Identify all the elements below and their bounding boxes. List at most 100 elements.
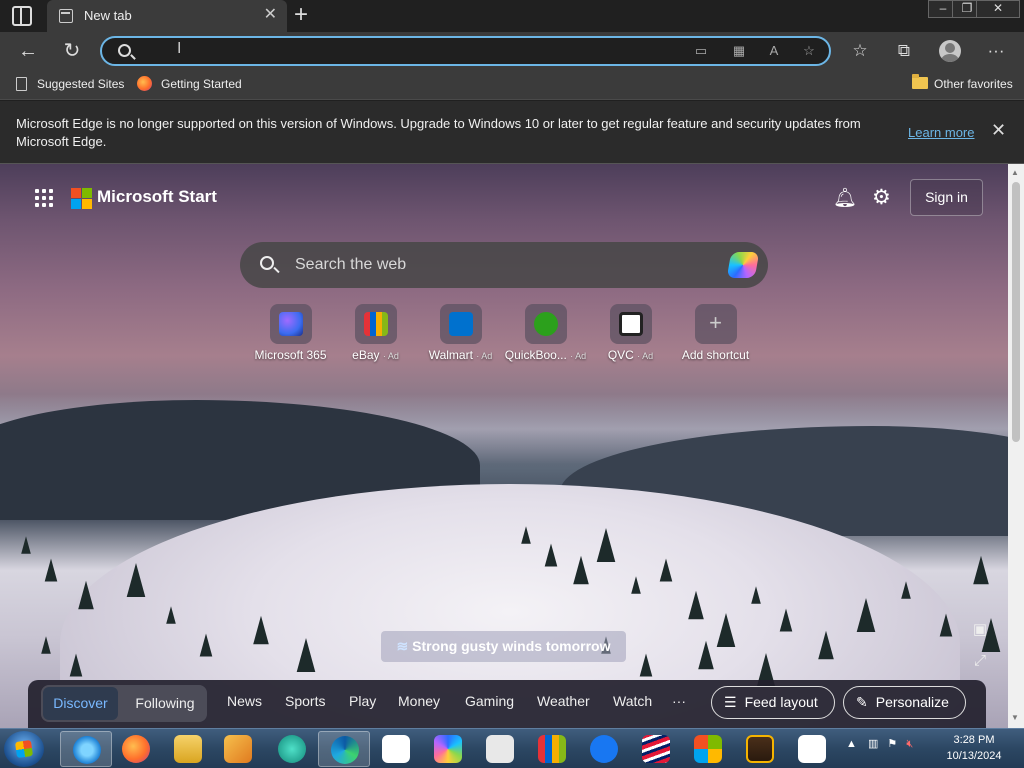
volume-muted-icon[interactable]: 🔇︎ <box>906 738 913 750</box>
taskbar-youtube[interactable] <box>474 731 526 767</box>
taskbar-firefox[interactable] <box>110 731 162 767</box>
pine-tree <box>166 606 176 624</box>
qvc-icon <box>618 312 643 336</box>
taskbar-store[interactable] <box>526 731 578 767</box>
shortcut-qvc[interactable]: QVC · Ad <box>588 304 673 362</box>
taskbar-clock[interactable]: 3:28 PM 10/13/2024 <box>944 732 1004 764</box>
personalize-button[interactable]: ✎ Personalize <box>843 686 966 719</box>
page-scrollbar[interactable]: ▲ ▼ <box>1008 164 1024 728</box>
pine-tree <box>939 613 953 637</box>
app-available-icon[interactable]: ▭ <box>692 42 710 60</box>
tab-following[interactable]: Following <box>123 687 207 720</box>
taskbar-internet-explorer[interactable] <box>60 731 112 767</box>
add-favorite-icon[interactable]: ☆ <box>800 42 818 60</box>
read-aloud-icon[interactable]: A <box>765 42 783 60</box>
other-favorites-folder[interactable]: Other favorites <box>912 74 1013 94</box>
start-button[interactable] <box>4 731 44 767</box>
sliders-icon: ☰ <box>724 694 737 710</box>
close-window-button[interactable]: ✕ <box>976 0 1020 18</box>
feed-link-watch[interactable]: Watch <box>613 693 652 709</box>
microsoft-logo-icon <box>71 188 92 209</box>
ad-badge: · Ad <box>476 351 493 361</box>
feed-link-sports[interactable]: Sports <box>285 693 325 709</box>
feed-link-weather[interactable]: Weather <box>537 693 590 709</box>
pine-tree <box>21 536 31 554</box>
taskbar-bank[interactable] <box>630 731 682 767</box>
taskbar-ups[interactable] <box>734 731 786 767</box>
collections-icon[interactable]: ⧉ <box>891 38 917 64</box>
feed-layout-button[interactable]: ☰ Feed layout <box>711 686 835 719</box>
back-button[interactable]: ← <box>14 38 42 66</box>
pine-tree <box>199 633 213 657</box>
walmart-spark-icon <box>448 312 473 336</box>
favorites-icon[interactable]: ☆ <box>847 38 873 64</box>
weather-alert-pill[interactable]: ≋ Strong gusty winds tomorrow <box>381 631 626 662</box>
feed-link-gaming[interactable]: Gaming <box>465 693 514 709</box>
show-hidden-icons[interactable]: ▲ <box>846 738 857 750</box>
refresh-button[interactable]: ↻ <box>58 38 86 66</box>
favorite-getting-started[interactable]: Getting Started <box>137 76 242 94</box>
tab-discover[interactable]: Discover <box>43 687 118 720</box>
pine-tree <box>41 636 51 654</box>
shortcut-microsoft-365[interactable]: Microsoft 365 <box>248 304 333 362</box>
action-center-flag-icon[interactable]: ⚑ <box>887 738 897 750</box>
taskbar-wikipedia[interactable] <box>786 731 838 767</box>
feed-link-play[interactable]: Play <box>349 693 376 709</box>
more-menu-icon[interactable]: ··· <box>983 38 1009 64</box>
learn-more-link[interactable]: Learn more <box>908 125 974 140</box>
copilot-icon[interactable] <box>726 252 760 278</box>
taskbar-file-explorer[interactable] <box>162 731 214 767</box>
pine-tree <box>573 555 589 585</box>
taskbar-media-player[interactable] <box>212 731 264 767</box>
taskbar-facebook[interactable] <box>578 731 630 767</box>
settings-gear-icon[interactable]: ⚙ <box>872 185 894 209</box>
feed-link-news[interactable]: News <box>227 693 262 709</box>
favorite-label: Getting Started <box>161 77 242 91</box>
scroll-up-arrow-icon[interactable]: ▲ <box>1011 168 1019 177</box>
taskbar-edge[interactable] <box>318 731 370 767</box>
favorite-label: Suggested Sites <box>37 77 125 91</box>
internet-explorer-icon <box>73 736 101 764</box>
qr-code-icon[interactable]: ▦ <box>730 42 748 60</box>
favorite-suggested-sites[interactable]: Suggested Sites <box>16 76 124 94</box>
unsupported-os-infobar: Microsoft Edge is no longer supported on… <box>0 101 1024 164</box>
microsoft-logo-icon <box>694 735 722 763</box>
shortcut-ebay[interactable]: eBay · Ad <box>333 304 418 362</box>
shortcut-walmart[interactable]: Walmart · Ad <box>418 304 503 362</box>
taskbar-amazon[interactable] <box>370 731 422 767</box>
wikipedia-icon <box>798 735 826 763</box>
clock-time: 3:28 PM <box>953 734 995 746</box>
profile-avatar[interactable] <box>939 40 961 62</box>
scrollbar-thumb[interactable] <box>1012 182 1020 442</box>
tab-close-icon[interactable]: ✕ <box>264 6 277 24</box>
taskbar-copilot[interactable] <box>422 731 474 767</box>
taskbar-microsoft[interactable] <box>682 731 734 767</box>
expand-icon[interactable]: ⤢ <box>970 652 990 672</box>
shortcut-quickbooks[interactable]: QuickBoo... · Ad <box>503 304 588 362</box>
address-bar[interactable]: I ▭ ▦ A ☆ <box>100 36 831 66</box>
title-bar: New tab ✕ + – ❐ ✕ <box>0 0 1024 32</box>
pine-tree <box>126 562 146 598</box>
notifications-bell-icon[interactable]: 🔔︎ <box>833 186 857 209</box>
background-info-icon[interactable]: ▣ <box>970 620 990 640</box>
sign-in-button[interactable]: Sign in <box>910 179 983 216</box>
tab-new-tab[interactable]: New tab ✕ <box>47 0 287 32</box>
pine-tree <box>44 558 58 582</box>
app-icon <box>278 735 306 763</box>
feed-more-button[interactable]: ··· <box>672 693 686 709</box>
web-search-box[interactable]: Search the web <box>240 242 768 288</box>
pine-tree <box>596 527 616 563</box>
wind-icon: ≋ <box>396 638 409 654</box>
tab-actions-icon[interactable] <box>12 6 32 26</box>
network-icon[interactable]: ▥ <box>868 738 878 750</box>
new-tab-button[interactable]: + <box>294 2 308 28</box>
add-shortcut-button[interactable]: + Add shortcut <box>673 304 758 362</box>
taskbar-app-teal[interactable] <box>266 731 318 767</box>
scroll-down-arrow-icon[interactable]: ▼ <box>1011 713 1019 722</box>
pine-tree <box>659 558 673 582</box>
microsoft-start-title[interactable]: Microsoft Start <box>97 187 217 207</box>
folder-icon <box>174 735 202 763</box>
close-infobar-icon[interactable]: ✕ <box>991 120 1006 141</box>
app-launcher-icon[interactable] <box>35 189 53 207</box>
feed-link-money[interactable]: Money <box>398 693 440 709</box>
